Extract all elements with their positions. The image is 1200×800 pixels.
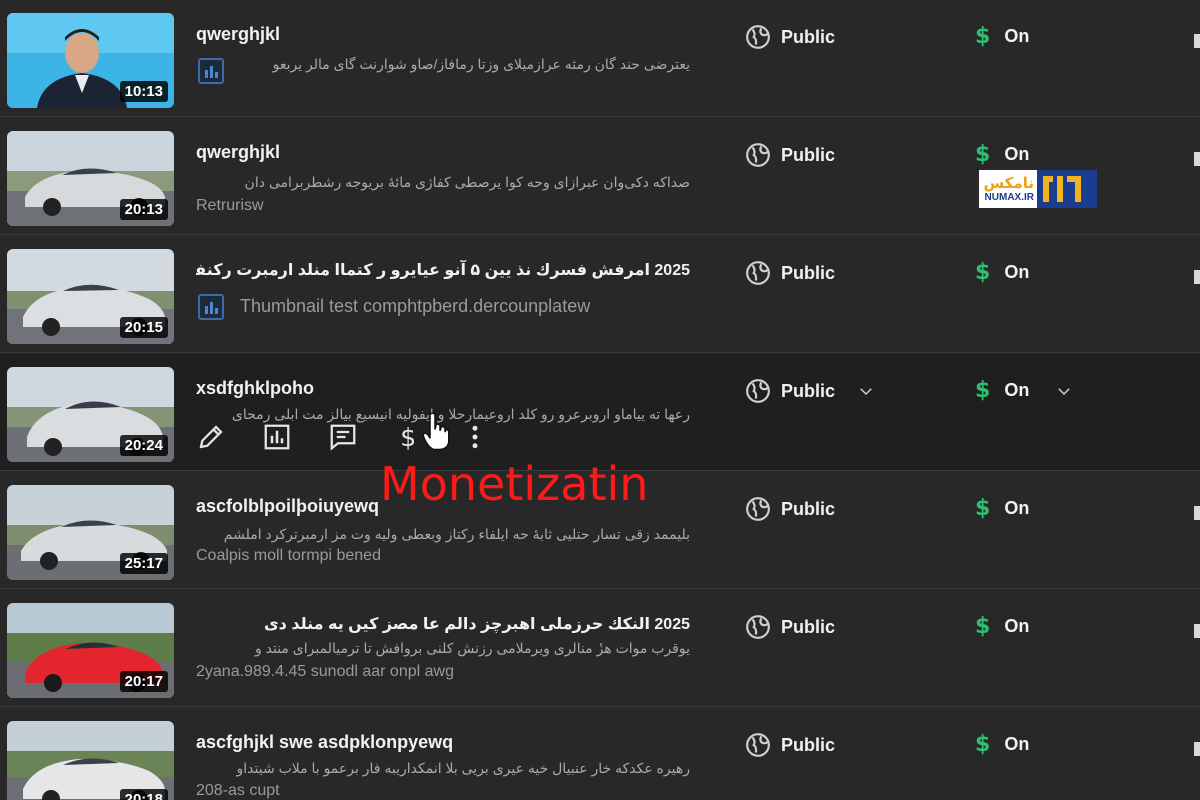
dollar-icon: $: [975, 142, 991, 167]
visibility-label: Public: [781, 734, 836, 755]
monetization-cell[interactable]: $ On: [975, 24, 1029, 49]
visibility-dropdown[interactable]: Public: [745, 378, 875, 404]
video-duration: 20:24: [119, 435, 168, 456]
visibility-cell[interactable]: Public: [745, 496, 835, 522]
visibility-label: Public: [781, 144, 836, 165]
visibility-cell[interactable]: Public: [745, 24, 835, 50]
video-title[interactable]: 2025 امرفش فسرك نذ یین ۵ آنو عیایرو ر کت…: [196, 260, 690, 280]
row-edge-indicator: [1194, 270, 1200, 284]
video-subtext: 2yana.989.4.45 sunodl aar onpl awg: [196, 663, 454, 680]
dollar-icon: $: [975, 378, 991, 403]
video-thumbnail[interactable]: 25:17: [7, 485, 174, 580]
watermark-mark-icon: [1037, 170, 1097, 208]
video-description: بلیممد زقی تسار حتلیی ثابهٔ حه ایلفاء رک…: [223, 526, 690, 542]
video-duration: 20:18: [119, 789, 168, 800]
comments-icon[interactable]: [328, 422, 358, 452]
visibility-label: Public: [781, 380, 836, 401]
video-row-hovered[interactable]: 20:24 xsdfghklpoho رعها ته ییاماو اروبرع…: [0, 354, 1200, 471]
dollar-icon: $: [975, 24, 991, 49]
globe-icon: [746, 143, 770, 167]
video-duration: 20:17: [119, 671, 168, 692]
row-edge-indicator: [1194, 34, 1200, 48]
monetization-label: On: [1004, 734, 1030, 754]
video-duration: 10:13: [119, 81, 168, 102]
video-description: صداکه دکی‌وان عبرازای وحه کوا یرصطی کفاژ…: [244, 174, 690, 190]
video-subtext: Coalpis moll tormpi bened: [196, 547, 381, 564]
dollar-icon: $: [975, 732, 991, 757]
row-edge-indicator: [1194, 624, 1200, 638]
video-row[interactable]: 20:17 2025 النکك حرزملی اهبرچز دالم عا م…: [0, 590, 1200, 707]
monetization-cell[interactable]: $ On: [975, 614, 1029, 639]
analytics-icon[interactable]: [198, 58, 224, 84]
svg-text:$: $: [400, 423, 416, 452]
dollar-icon: $: [975, 614, 991, 639]
visibility-label: Public: [781, 616, 836, 637]
video-row[interactable]: 20:15 2025 امرفش فسرك نذ یین ۵ آنو عیایر…: [0, 236, 1200, 353]
video-description: یوقرب موات هزٔ منالری ویرملامی رزنش کلنی…: [254, 640, 690, 656]
visibility-label: Public: [781, 262, 836, 283]
globe-icon: [746, 615, 770, 639]
visibility-cell[interactable]: Public: [745, 614, 835, 640]
annotation-label: Monetizatin: [380, 457, 649, 511]
hand-cursor-icon: [422, 412, 450, 451]
monetization-label: On: [1004, 616, 1030, 636]
chevron-down-icon[interactable]: [857, 382, 875, 400]
row-edge-indicator: [1194, 152, 1200, 166]
pencil-icon[interactable]: [196, 422, 226, 452]
video-duration: 20:13: [119, 199, 168, 220]
video-subtext: Retrurisw: [196, 197, 264, 214]
video-row[interactable]: 20:18 ascfghjkl swe asdpklonpyewq رهیره …: [0, 708, 1200, 800]
watermark-fa-text: نامکس: [983, 174, 1034, 192]
video-title[interactable]: ascfghjkl swe asdpklonpyewq: [196, 732, 716, 753]
chevron-down-icon[interactable]: [1055, 382, 1073, 400]
row-edge-indicator: [1194, 742, 1200, 756]
visibility-cell[interactable]: Public: [745, 142, 835, 168]
video-title[interactable]: qwerghjkl: [196, 142, 716, 163]
monetization-label: On: [1004, 498, 1030, 518]
visibility-cell[interactable]: Public: [745, 732, 835, 758]
video-thumbnail[interactable]: 20:18: [7, 721, 174, 800]
globe-icon: [746, 25, 770, 49]
video-title[interactable]: xsdfghklpoho: [196, 378, 716, 399]
video-title[interactable]: 2025 النکك حرزملی اهبرچز دالم عا مصز کیں…: [196, 614, 690, 634]
monetization-label: On: [1004, 26, 1030, 46]
monetization-cell[interactable]: $ On: [975, 732, 1029, 757]
dollar-icon: $: [975, 496, 991, 521]
monetization-label: On: [1004, 380, 1030, 400]
video-duration: 20:15: [119, 317, 168, 338]
watermark-logo: نامکس NUMAX.IR: [979, 170, 1097, 208]
video-description: رهیره عکدکه خار عنبیال خیه عیری بریی بلا…: [236, 760, 690, 776]
monetization-cell[interactable]: $ On: [975, 260, 1029, 285]
video-thumbnail[interactable]: 10:13: [7, 13, 174, 108]
video-subtext: Thumbnail test comphtpberd.dercounplatew: [240, 296, 591, 316]
globe-icon: [746, 261, 770, 285]
globe-icon: [746, 379, 770, 403]
video-thumbnail[interactable]: 20:15: [7, 249, 174, 344]
video-thumbnail[interactable]: 20:24: [7, 367, 174, 462]
watermark-en-text: NUMAX.IR: [984, 191, 1034, 203]
monetization-label: On: [1004, 144, 1030, 164]
visibility-cell[interactable]: Public: [745, 260, 835, 286]
visibility-label: Public: [781, 26, 836, 47]
video-duration: 25:17: [119, 553, 168, 574]
visibility-label: Public: [781, 498, 836, 519]
monetization-cell[interactable]: $ On: [975, 142, 1029, 167]
analytics-icon[interactable]: [262, 422, 292, 452]
monetization-cell[interactable]: $ On: [975, 496, 1029, 521]
globe-icon: [746, 497, 770, 521]
video-subtext: 208-as cupt: [196, 782, 280, 799]
video-title[interactable]: qwerghjkl: [196, 24, 716, 45]
analytics-icon[interactable]: [198, 294, 224, 320]
row-edge-indicator: [1194, 506, 1200, 520]
video-thumbnail[interactable]: 20:17: [7, 603, 174, 698]
monetization-label: On: [1004, 262, 1030, 282]
video-thumbnail[interactable]: 20:13: [7, 131, 174, 226]
monetization-dropdown[interactable]: $ On: [975, 378, 1073, 403]
globe-icon: [746, 733, 770, 757]
dollar-icon: $: [975, 260, 991, 285]
more-vert-icon[interactable]: [460, 422, 490, 452]
video-description: یعترضی حند گان رمثه عرازمیلای وزتا رمافا…: [272, 56, 690, 72]
video-list: 10:13 qwerghjkl یعترضی حند گان رمثه عراز…: [0, 0, 1200, 800]
video-row[interactable]: 10:13 qwerghjkl یعترضی حند گان رمثه عراز…: [0, 0, 1200, 117]
